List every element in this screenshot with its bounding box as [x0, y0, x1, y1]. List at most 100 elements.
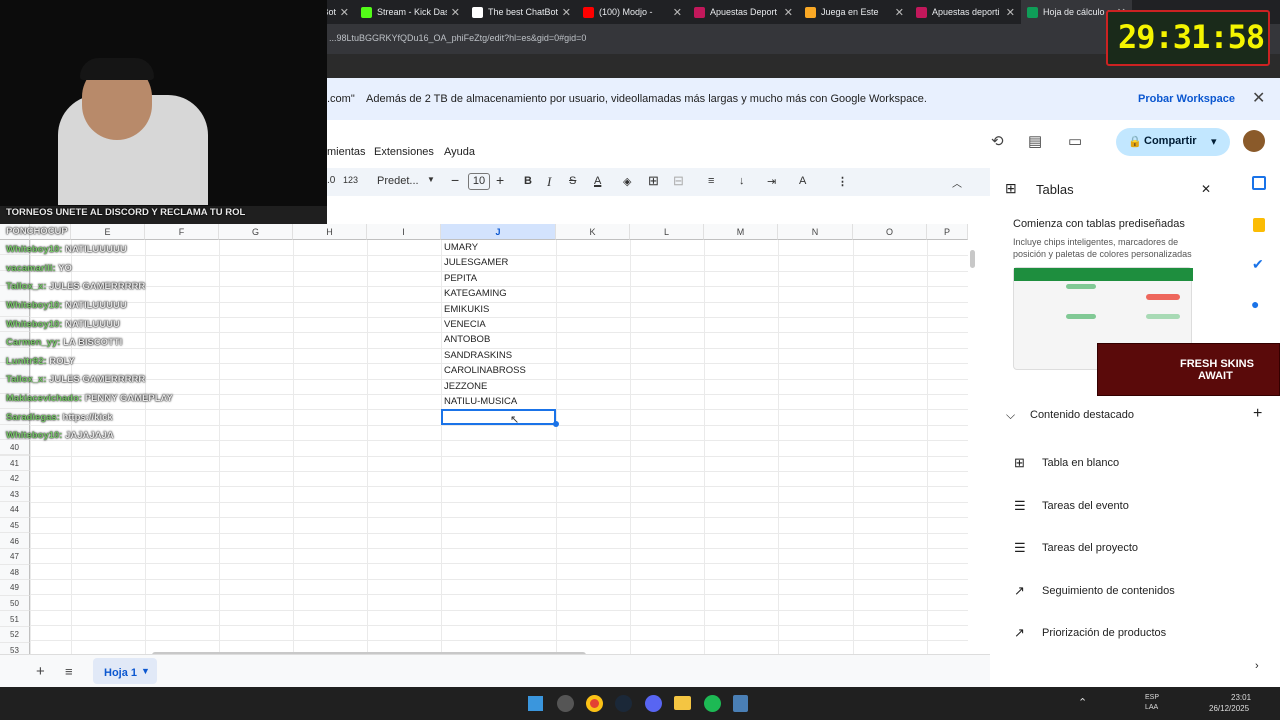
panel-item[interactable]: Tabla en blanco [1042, 457, 1119, 469]
browser-tab[interactable]: The best ChatBot ✕ [466, 0, 577, 24]
panel-item[interactable]: Tareas del evento [1042, 500, 1129, 512]
try-workspace-button[interactable]: Probar Workspace [1138, 93, 1235, 105]
row-header[interactable]: 45 [0, 518, 30, 534]
chevron-down-icon[interactable]: ▾ [1211, 135, 1217, 148]
row-header[interactable]: 46 [0, 533, 30, 549]
cell-j[interactable]: EMIKUKIS [444, 302, 489, 317]
chevron-up-icon[interactable]: ⌃ [1078, 696, 1087, 709]
column-header-k[interactable]: K [556, 224, 630, 240]
chevron-down-icon[interactable]: ▼ [141, 666, 150, 676]
close-icon[interactable]: ✕ [1201, 182, 1211, 196]
tasks-icon[interactable]: ✔ [1252, 256, 1264, 273]
browser-tab[interactable]: Stream - Kick Das ✕ [355, 0, 466, 24]
row-header[interactable]: 43 [0, 486, 30, 503]
strikethrough-icon[interactable]: S [569, 175, 576, 187]
close-tab-icon[interactable]: ✕ [1006, 6, 1015, 19]
minus-icon[interactable]: − [451, 172, 459, 188]
chevron-right-icon[interactable]: › [1255, 660, 1259, 672]
history-icon[interactable]: ⟲ [991, 132, 1004, 150]
borders-icon[interactable]: ⊞ [648, 173, 659, 189]
close-tab-icon[interactable]: ✕ [673, 6, 682, 19]
cell-j[interactable]: JULESGAMER [444, 255, 508, 270]
steam-icon[interactable] [615, 695, 632, 712]
all-sheets-icon[interactable]: ≡ [65, 664, 73, 679]
column-header-f[interactable]: F [145, 224, 219, 240]
cell-j[interactable]: PEPITA [444, 271, 477, 286]
row-header[interactable]: 40 [0, 440, 30, 456]
cell-j[interactable]: CAROLINABROSS [444, 363, 526, 378]
row-header[interactable]: 52 [0, 627, 30, 643]
share-button[interactable]: 🔒 Compartir ▾ [1116, 128, 1230, 156]
column-header-o[interactable]: O [853, 224, 927, 240]
column-header-h[interactable]: H [293, 224, 367, 240]
font-size-input[interactable]: 10 [468, 173, 490, 190]
section-featured[interactable]: Contenido destacado [1030, 409, 1134, 421]
align-icon[interactable]: ≡ [708, 175, 714, 187]
browser-tab[interactable]: (100) Modjo - ✕ [577, 0, 688, 24]
plus-icon[interactable]: + [1253, 405, 1262, 423]
column-header-i[interactable]: I [367, 224, 441, 240]
clock-time[interactable]: 23:01 [1231, 693, 1251, 702]
column-header-p[interactable]: P [927, 224, 968, 240]
column-header-j[interactable]: J [441, 224, 556, 240]
row-header[interactable]: 47 [0, 549, 30, 565]
close-tab-icon[interactable]: ✕ [562, 6, 571, 19]
row-header[interactable]: 44 [0, 502, 30, 518]
column-header-l[interactable]: L [630, 224, 704, 240]
contacts-icon[interactable]: ● [1251, 296, 1259, 312]
panel-item[interactable]: Priorización de productos [1042, 627, 1166, 639]
cell-j[interactable]: VENECIA [444, 317, 486, 332]
row-header[interactable]: 41 [0, 455, 30, 471]
number-format-button[interactable]: 123 [343, 175, 358, 185]
close-icon[interactable]: ✕ [1252, 88, 1265, 108]
chevron-up-icon[interactable]: ︿ [952, 175, 962, 190]
comments-icon[interactable]: ▤ [1028, 132, 1042, 150]
cell-j[interactable]: UMARY [444, 240, 478, 255]
row-header[interactable]: 50 [0, 596, 30, 612]
text-wrap-icon[interactable]: ⇥ [767, 175, 776, 188]
cell-j[interactable]: ANTOBOB [444, 332, 490, 347]
close-tab-icon[interactable]: ✕ [340, 6, 349, 19]
column-header-n[interactable]: N [778, 224, 853, 240]
valign-icon[interactable]: ↓ [739, 175, 745, 187]
column-header-m[interactable]: M [704, 224, 778, 240]
cell-j[interactable]: NATILU-MUSICA [444, 394, 517, 409]
windows-start-icon[interactable] [528, 696, 543, 711]
fill-color-icon[interactable]: ◈ [623, 175, 631, 188]
column-header-e[interactable]: E [71, 224, 145, 240]
close-tab-icon[interactable]: ✕ [784, 6, 793, 19]
row-header[interactable]: 42 [0, 471, 30, 487]
menu-help[interactable]: Ayuda [444, 146, 475, 158]
cell-j[interactable]: JEZZONE [444, 379, 487, 394]
text-rotation-icon[interactable]: A [799, 175, 806, 187]
vertical-scrollbar[interactable] [970, 250, 975, 268]
selected-cell[interactable] [441, 409, 556, 425]
browser-tab[interactable]: Apuestas Deport ✕ [688, 0, 799, 24]
row-header[interactable]: 49 [0, 580, 30, 596]
folder-icon[interactable] [674, 696, 691, 710]
merge-cells-icon[interactable]: ⊟ [673, 173, 684, 189]
row-header[interactable]: 51 [0, 611, 30, 627]
more-icon[interactable]: ⋮ [837, 175, 848, 188]
panel-item[interactable]: Seguimiento de contenidos [1042, 585, 1175, 597]
plus-icon[interactable]: + [496, 172, 504, 188]
text-color-icon[interactable]: A [594, 175, 601, 187]
add-sheet-icon[interactable]: + [36, 663, 45, 680]
italic-icon[interactable]: I [547, 174, 551, 190]
lang-indicator[interactable]: ESP [1145, 694, 1159, 701]
font-family-select[interactable]: Predet... [377, 175, 419, 187]
browser-tab[interactable]: Apuestas deporti ✕ [910, 0, 1021, 24]
fill-handle[interactable] [553, 421, 559, 427]
cell-j[interactable]: KATEGAMING [444, 286, 507, 301]
close-tab-icon[interactable]: ✕ [451, 6, 460, 19]
browser-tab[interactable]: Juega en Este ✕ [799, 0, 910, 24]
spotify-icon[interactable] [704, 695, 721, 712]
menu-tools[interactable]: mientas [327, 146, 366, 158]
panel-item[interactable]: Tareas del proyecto [1042, 542, 1138, 554]
column-header-g[interactable]: G [219, 224, 293, 240]
bold-icon[interactable]: B [524, 175, 532, 187]
chevron-down-icon[interactable]: ⌵ [1006, 408, 1015, 423]
calendar-icon[interactable] [1252, 176, 1266, 190]
menu-extensions[interactable]: Extensiones [374, 146, 434, 158]
keep-icon[interactable] [1253, 218, 1265, 232]
